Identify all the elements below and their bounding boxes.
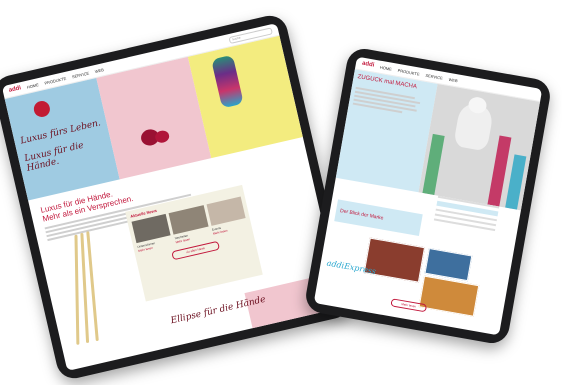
sheep-photo [418, 83, 541, 211]
news-section: Aktuelle News Unternehmen Mehr lesen Neu… [125, 184, 263, 302]
tablet-right-screen: addi HOME PRODUKTE SERVICE WEB ZUGUCK ma… [313, 56, 543, 336]
gallery-image[interactable] [363, 237, 426, 283]
nav-item-produkte[interactable]: PRODUKTE [397, 67, 420, 76]
gallery-image[interactable] [418, 275, 480, 317]
tablet-left-screen: addi HOME PRODUKTE SERVICE WEB Suche Lux… [1, 23, 343, 371]
nav-item-home[interactable]: HOME [26, 82, 39, 90]
section-title: Der Blick der Marke [339, 208, 384, 222]
yarn-ball-image [32, 99, 52, 119]
news-card[interactable]: Events Mehr lesen [206, 196, 248, 236]
nav-item-produkte[interactable]: PRODUKTE [44, 75, 67, 85]
nav-item-web[interactable]: WEB [448, 76, 458, 83]
knitted-stack-image [211, 54, 244, 109]
needles-image [59, 231, 115, 355]
nav-item-service[interactable]: SERVICE [425, 72, 443, 80]
sheep-figure [453, 102, 495, 152]
tablet-right: addi HOME PRODUKTE SERVICE WEB ZUGUCK ma… [303, 46, 553, 346]
section-box: Der Blick der Marke [334, 199, 423, 237]
news-card[interactable]: Neuheiten Mehr lesen [168, 205, 211, 244]
news-card[interactable]: Unternehmen Mehr lesen [131, 213, 174, 253]
nav-item-web[interactable]: WEB [94, 67, 104, 74]
nav-item-service[interactable]: SERVICE [71, 70, 89, 79]
nav-item-home[interactable]: HOME [380, 64, 393, 71]
tablet-left: addi HOME PRODUKTE SERVICE WEB Suche Lux… [0, 12, 354, 382]
brand-logo[interactable]: addi [361, 61, 374, 69]
brand-logo[interactable]: addi [8, 85, 21, 94]
